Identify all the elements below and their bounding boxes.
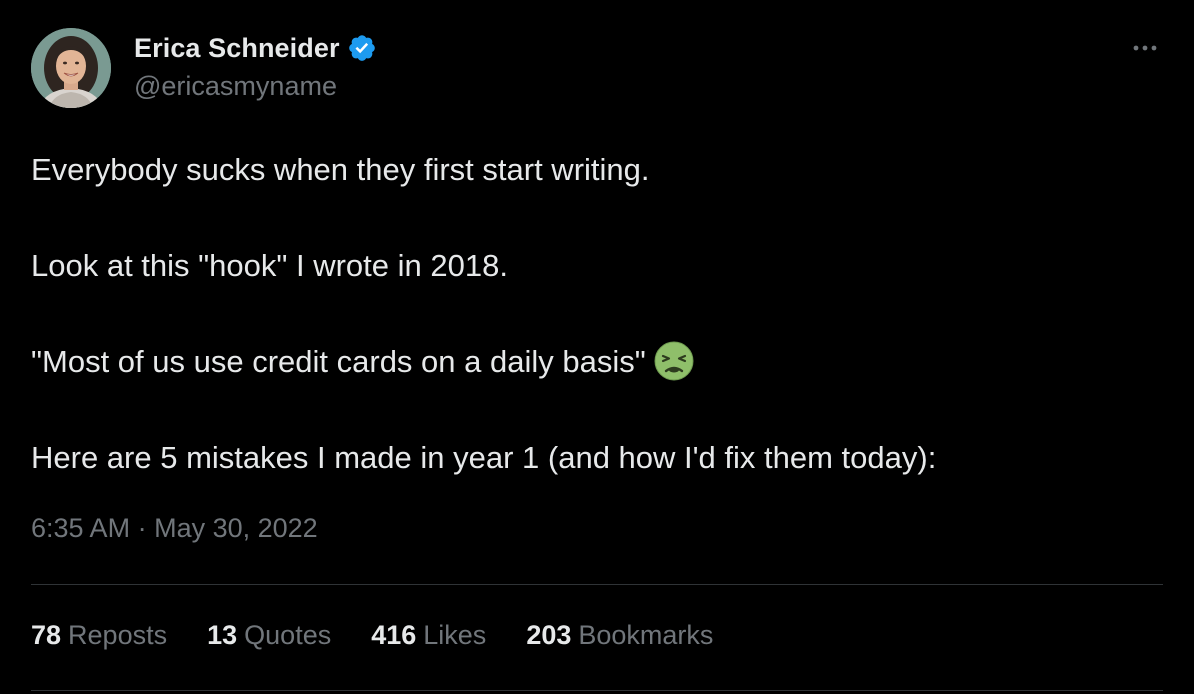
divider-top — [31, 584, 1163, 585]
tweet: Erica Schneider @ericasmyname Everybody … — [0, 0, 1194, 694]
tweet-text: Everybody sucks when they first start wr… — [31, 146, 1161, 482]
tweet-line-2: Look at this "hook" I wrote in 2018. — [31, 248, 508, 283]
reposts-label: Reposts — [68, 620, 168, 650]
tweet-date[interactable]: May 30, 2022 — [154, 513, 318, 543]
quotes-label: Quotes — [244, 620, 332, 650]
tweet-time[interactable]: 6:35 AM — [31, 513, 130, 543]
name-row: Erica Schneider — [134, 30, 377, 66]
likes-stat[interactable]: 416 Likes — [371, 620, 486, 651]
author-block: Erica Schneider @ericasmyname — [134, 30, 377, 102]
avatar[interactable] — [31, 28, 111, 108]
quotes-stat[interactable]: 13 Quotes — [207, 620, 331, 651]
bookmarks-count: 203 — [526, 620, 572, 650]
divider-bottom — [31, 690, 1163, 691]
tweet-line-3: "Most of us use credit cards on a daily … — [31, 344, 646, 379]
timestamp-separator: · — [137, 513, 147, 543]
verified-badge-icon[interactable] — [347, 33, 377, 63]
author-display-name[interactable]: Erica Schneider — [134, 33, 340, 64]
avatar-image — [31, 28, 111, 108]
tweet-line-1: Everybody sucks when they first start wr… — [31, 152, 650, 187]
bookmarks-stat[interactable]: 203 Bookmarks — [526, 620, 713, 651]
quotes-count: 13 — [207, 620, 238, 650]
reposts-stat[interactable]: 78 Reposts — [31, 620, 167, 651]
reposts-count: 78 — [31, 620, 62, 650]
tweet-line-3-container: "Most of us use credit cards on a daily … — [31, 338, 1161, 386]
likes-label: Likes — [423, 620, 487, 650]
author-handle[interactable]: @ericasmyname — [134, 71, 377, 102]
more-options-icon[interactable] — [1128, 35, 1162, 61]
bookmarks-label: Bookmarks — [578, 620, 714, 650]
likes-count: 416 — [371, 620, 417, 650]
engagement-stats: 78 Reposts 13 Quotes 416 Likes 203 Bookmarks — [31, 620, 753, 651]
tweet-timestamp: 6:35 AM · May 30, 2022 — [31, 513, 318, 544]
nauseated-face-icon — [654, 341, 694, 381]
tweet-line-4: Here are 5 mistakes I made in year 1 (an… — [31, 440, 937, 475]
